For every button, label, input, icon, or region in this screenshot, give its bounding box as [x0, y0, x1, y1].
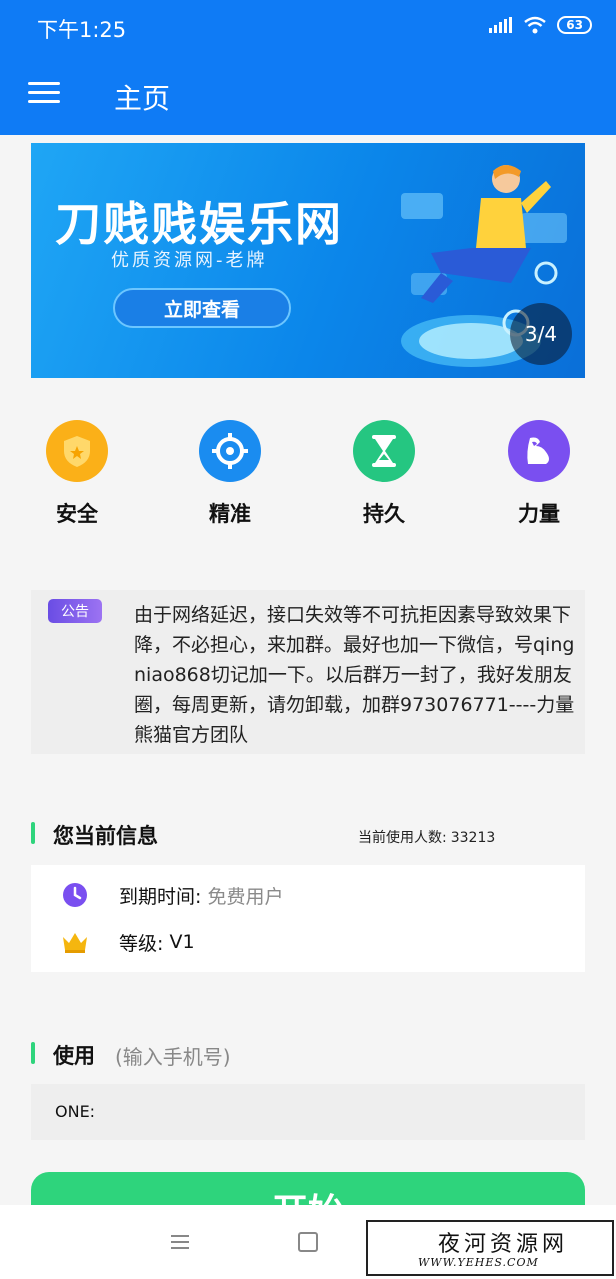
section-accent-bar — [31, 822, 35, 844]
signal-icon — [489, 17, 513, 33]
current-users: 当前使用人数: 33213 — [358, 827, 495, 847]
banner-title: 刀贱贱娱乐网 — [55, 197, 343, 251]
feature-label: 持久 — [363, 502, 405, 526]
feature-lasting[interactable]: 持久 — [344, 420, 424, 528]
level-label: 等级: — [119, 932, 164, 955]
level-row: 等级: V1 — [61, 928, 195, 956]
wifi-icon — [524, 16, 547, 34]
expiry-label: 到期时间: — [119, 885, 202, 908]
status-time: 下午1:25 — [37, 18, 127, 42]
banner-carousel[interactable]: 刀贱贱娱乐网 优质资源网-老牌 立即查看 3/4 — [31, 143, 585, 378]
muscle-icon — [508, 420, 570, 482]
expiry-value: 免费用户 — [207, 885, 284, 908]
feature-power[interactable]: 力量 — [499, 420, 579, 528]
crown-icon — [61, 928, 89, 956]
section-accent-bar — [31, 1042, 35, 1064]
feature-label: 精准 — [209, 502, 251, 526]
clock-icon — [61, 881, 89, 909]
phone-hint: (输入手机号) — [115, 1045, 231, 1069]
app-header: 下午1:25 63 主页 — [0, 0, 616, 135]
carousel-page-indicator: 3/4 — [510, 303, 572, 365]
recent-apps-icon[interactable] — [171, 1235, 189, 1253]
feature-safe[interactable]: 安全 — [37, 420, 117, 528]
menu-icon[interactable] — [28, 82, 60, 104]
hourglass-icon — [353, 420, 415, 482]
use-section-title: 使用 — [53, 1044, 95, 1068]
feature-label: 安全 — [56, 502, 98, 526]
page-title: 主页 — [114, 82, 171, 115]
users-label: 当前使用人数: — [358, 830, 447, 846]
shield-icon — [46, 420, 108, 482]
home-icon[interactable] — [298, 1232, 318, 1252]
battery-indicator: 63 — [557, 16, 592, 34]
banner-view-button[interactable]: 立即查看 — [113, 288, 291, 328]
target-icon — [199, 420, 261, 482]
notice-text: 由于网络延迟，接口失效等不可抗拒因素导致效果下降，不必担心，来加群。最好也加一下… — [134, 604, 575, 746]
status-icons: 63 — [489, 16, 592, 34]
banner-subtitle: 优质资源网-老牌 — [111, 250, 268, 271]
phone-input[interactable] — [103, 1096, 567, 1130]
users-count: 33213 — [450, 830, 496, 846]
info-section-title: 您当前信息 — [53, 824, 158, 848]
notice-panel: 公告 由于网络延迟，接口失效等不可抗拒因素导致效果下降，不必担心，来加群。最好也… — [31, 590, 585, 754]
feature-precise[interactable]: 精准 — [190, 420, 270, 528]
feature-label: 力量 — [518, 502, 560, 526]
info-card: 到期时间: 免费用户 等级: V1 — [31, 865, 585, 972]
level-value: V1 — [169, 931, 195, 953]
expiry-row: 到期时间: 免费用户 — [61, 881, 283, 909]
watermark-url: WWW.YEHES.COM — [418, 1256, 539, 1269]
watermark-logo: 夜河资源网 WWW.YEHES.COM — [366, 1220, 614, 1276]
phone-field-label: ONE: — [55, 1102, 96, 1121]
phone-input-row: ONE: — [31, 1084, 585, 1140]
notice-badge: 公告 — [48, 599, 102, 623]
watermark-title: 夜河资源网 — [438, 1232, 569, 1257]
